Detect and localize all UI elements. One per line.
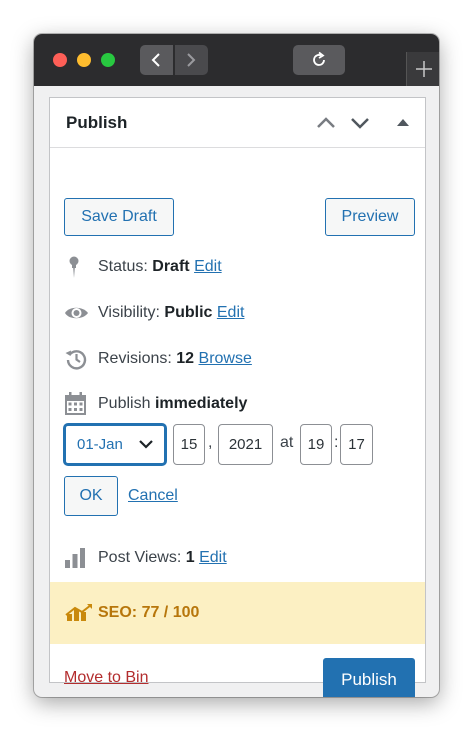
month-select-value: 01-Jan — [77, 436, 123, 453]
hour-input[interactable]: 19 — [300, 424, 332, 465]
bar-chart-icon — [65, 548, 85, 568]
year-input[interactable]: 2021 — [218, 424, 273, 465]
forward-button[interactable] — [175, 45, 208, 75]
edit-post-views-link[interactable]: Edit — [199, 549, 227, 566]
plus-icon — [416, 61, 432, 77]
publish-button[interactable]: Publish — [323, 658, 415, 697]
minute-input[interactable]: 17 — [340, 424, 373, 465]
history-icon — [65, 350, 87, 370]
month-select[interactable]: 01-Jan — [64, 424, 166, 465]
edit-visibility-link[interactable]: Edit — [217, 304, 245, 321]
status-value: Draft — [152, 258, 190, 275]
post-views-label: Post Views: — [98, 549, 182, 566]
visibility-label: Visibility: — [98, 304, 160, 321]
reload-button[interactable] — [293, 45, 345, 75]
chevron-left-icon — [151, 53, 160, 67]
eye-icon — [65, 307, 88, 319]
reload-icon — [313, 51, 325, 66]
minimize-window-button[interactable] — [77, 53, 91, 67]
browse-revisions-link[interactable]: Browse — [199, 350, 252, 367]
pin-icon — [69, 256, 79, 278]
status-label: Status: — [98, 258, 148, 275]
seo-score-bar: SEO: 77 / 100 — [50, 582, 425, 644]
time-at-label: at — [280, 434, 294, 451]
back-button[interactable] — [140, 45, 173, 75]
ok-button[interactable]: OK — [64, 476, 118, 516]
edit-status-link[interactable]: Edit — [194, 258, 222, 275]
revisions-label: Revisions: — [98, 350, 172, 367]
save-draft-button[interactable]: Save Draft — [64, 198, 174, 236]
preview-button[interactable]: Preview — [325, 198, 415, 236]
new-tab-button[interactable] — [406, 52, 439, 86]
close-window-button[interactable] — [53, 53, 67, 67]
cancel-link[interactable]: Cancel — [128, 487, 178, 505]
seo-logo-icon — [65, 604, 92, 621]
chevron-right-icon — [187, 53, 196, 67]
publish-schedule-label: Publish — [98, 395, 151, 412]
post-views-count: 1 — [185, 549, 195, 566]
zoom-window-button[interactable] — [101, 53, 115, 67]
triangle-up-icon[interactable] — [392, 114, 414, 132]
panel-header: Publish — [50, 98, 425, 148]
browser-window: Publish Save Draft Preview Status: Draft — [34, 34, 439, 697]
visibility-value: Public — [164, 304, 213, 321]
seo-score: SEO: 77 / 100 — [98, 604, 200, 621]
date-comma: , — [208, 434, 213, 451]
day-input[interactable]: 15 — [173, 424, 205, 465]
title-bar — [34, 34, 439, 86]
panel-title: Publish — [66, 113, 128, 132]
revisions-count: 12 — [176, 350, 195, 367]
move-to-bin-link[interactable]: Move to Bin — [64, 669, 148, 687]
chevron-down-icon[interactable] — [349, 114, 371, 132]
publish-panel: Publish Save Draft Preview Status: Draft — [49, 97, 426, 697]
time-colon: : — [334, 434, 339, 451]
chevron-down-icon — [139, 440, 153, 449]
chevron-up-icon[interactable] — [315, 114, 337, 132]
calendar-icon — [65, 392, 86, 415]
publish-schedule-value: immediately — [154, 395, 248, 412]
